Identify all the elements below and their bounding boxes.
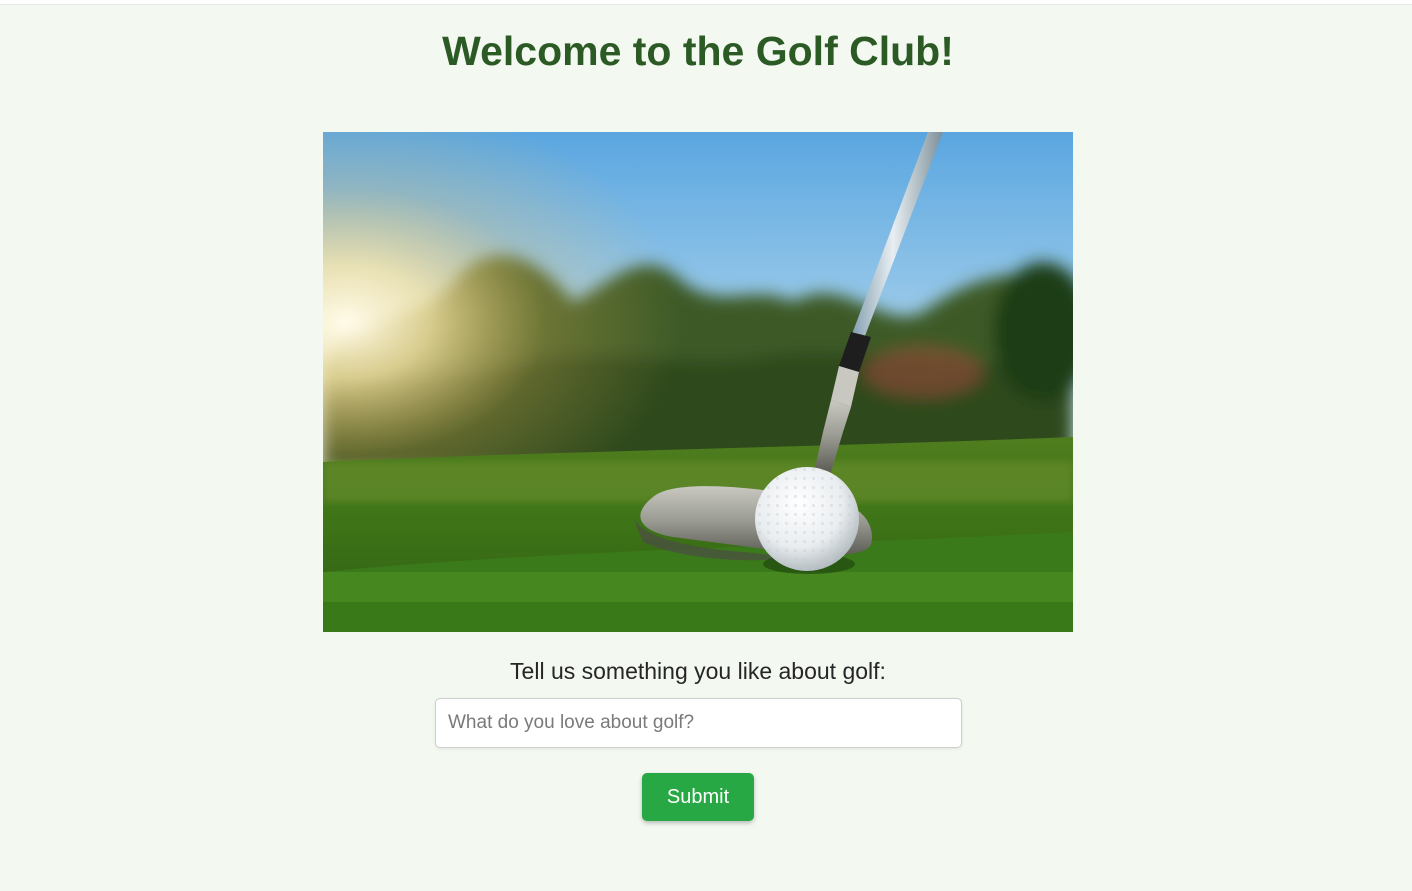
page-title: Welcome to the Golf Club! bbox=[442, 28, 954, 74]
prompt-label: Tell us something you like about golf: bbox=[510, 658, 886, 684]
hero-image bbox=[323, 132, 1073, 632]
top-divider bbox=[0, 0, 1412, 5]
golf-answer-input[interactable] bbox=[435, 698, 962, 748]
submit-button[interactable]: Submit bbox=[642, 773, 754, 821]
